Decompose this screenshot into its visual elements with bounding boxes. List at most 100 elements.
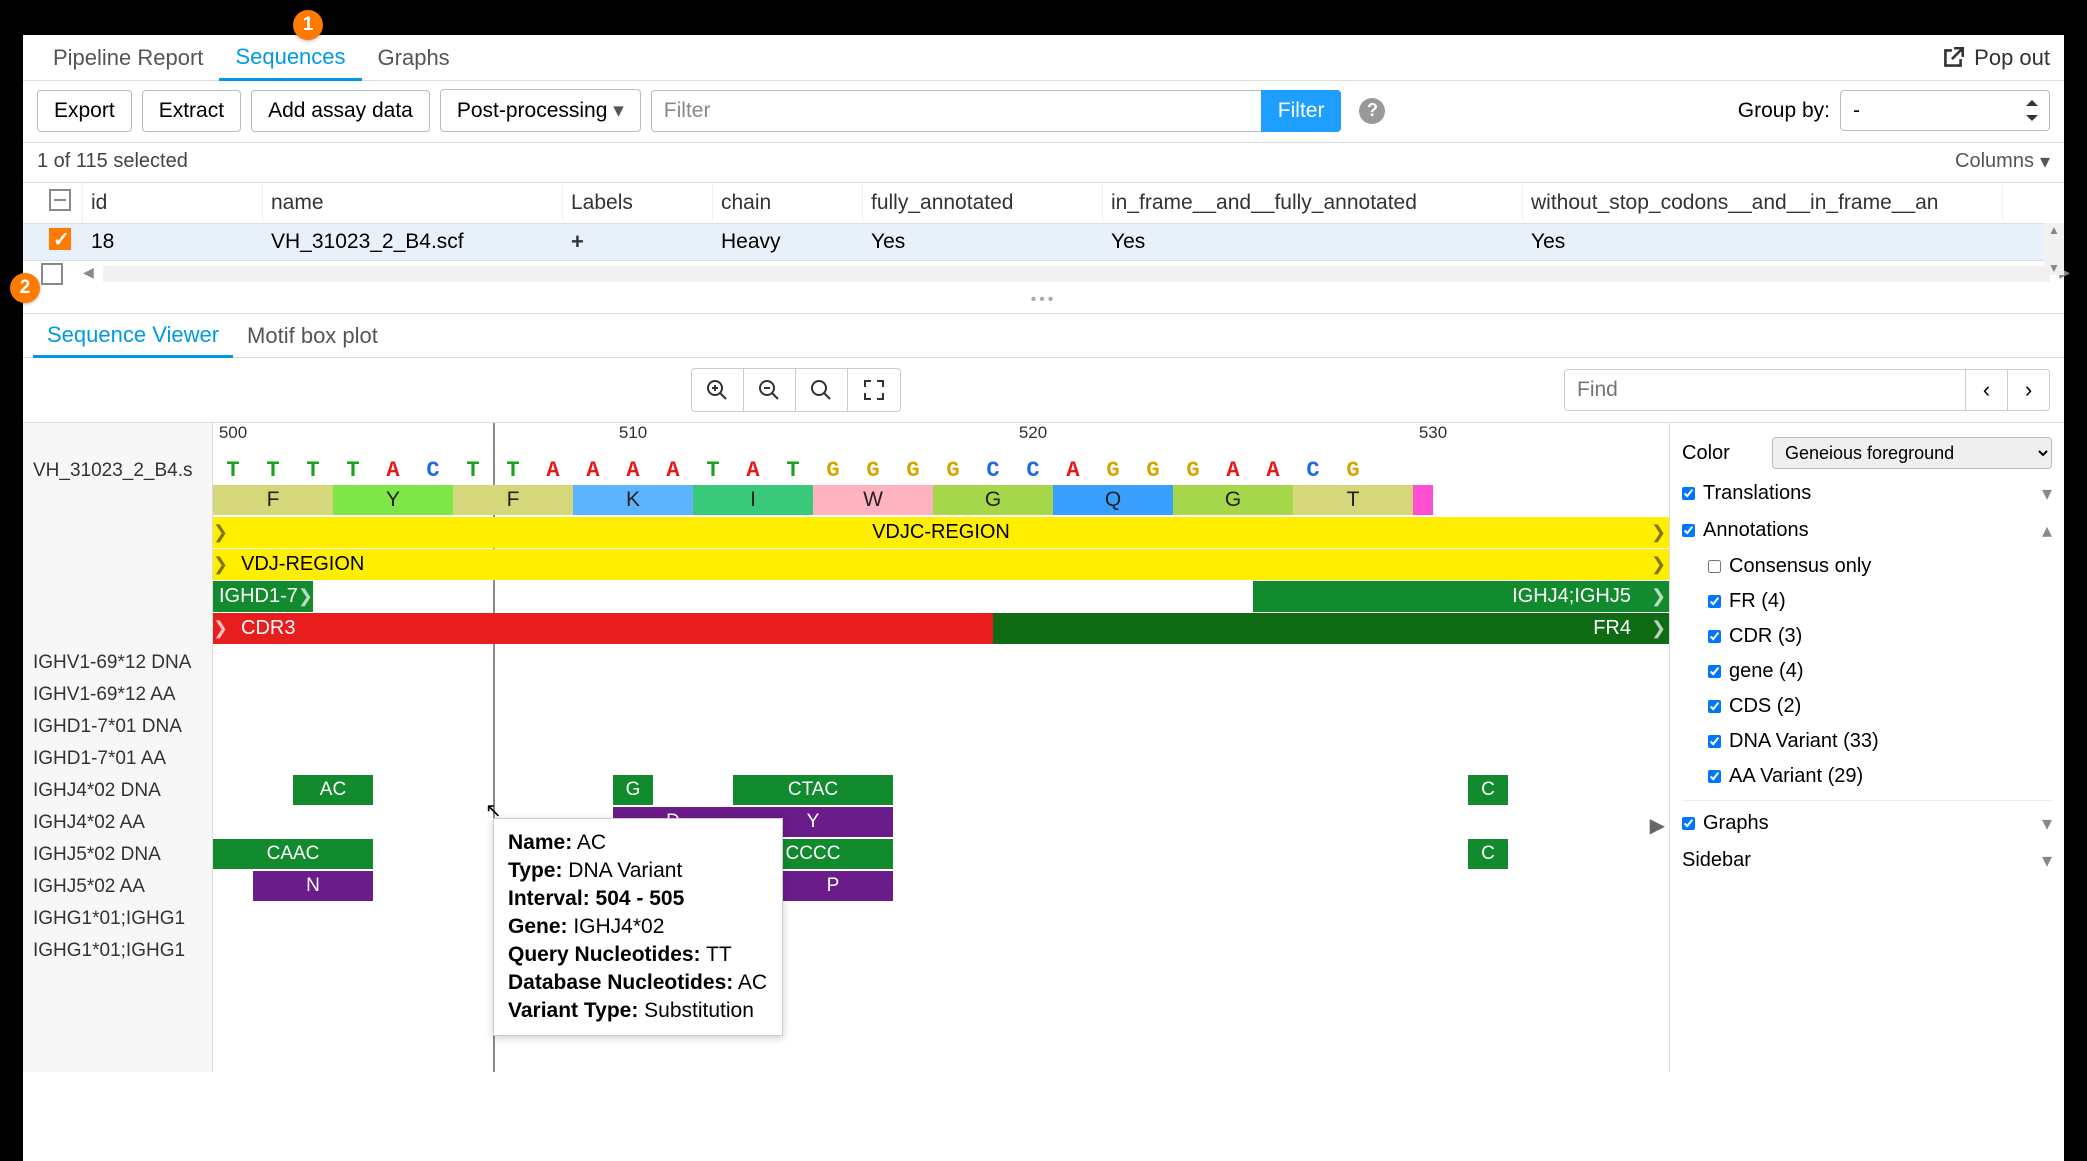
find-prev-button[interactable]: ‹ [1965,370,2007,410]
row-name[interactable] [23,551,212,583]
export-button[interactable]: Export [37,90,132,132]
annotation-vdjc[interactable]: ❯VDJC-REGION❯ [213,517,1669,548]
cell-nostop: Yes [1523,226,2003,258]
help-icon[interactable]: ? [1359,98,1385,124]
popout-icon [1940,45,1966,71]
add-label-button[interactable]: + [571,229,584,254]
translations-checkbox[interactable] [1682,487,1695,500]
table-row[interactable]: 18 VH_31023_2_B4.scf + Heavy Yes Yes Yes [23,224,2064,260]
chevron-up-icon[interactable]: ▴ [2042,518,2052,543]
add-assay-data-button[interactable]: Add assay data [251,90,430,132]
row-name[interactable] [23,487,212,519]
vertical-scrollbar[interactable]: ▲▼ [2044,223,2064,275]
variant-block[interactable]: G [613,775,653,805]
zoom-fit-button[interactable] [848,369,900,411]
annotation-type-checkbox[interactable] [1708,735,1721,748]
row-checkbox[interactable] [49,228,71,250]
col-fully-annotated[interactable]: fully_annotated [863,185,1103,221]
annotation-vdj[interactable]: ❯VDJ-REGION❯ [213,549,1669,580]
base: G [933,455,973,485]
col-nostop[interactable]: without_stop_codons__and__in_frame__an [1523,185,2003,221]
popout-button[interactable]: Pop out [1940,45,2050,71]
row-name[interactable]: IGHD1-7*01 AA [23,743,212,775]
variant-block[interactable]: N [253,871,373,901]
row-name[interactable]: IGHV1-69*12 DNA [23,647,212,679]
zoom-region-icon [809,378,833,402]
panel-resize-grip[interactable]: ••• [23,287,2064,313]
variant-block[interactable]: C [1468,839,1508,869]
zoom-group [691,368,901,412]
tab-motif-boxplot[interactable]: Motif box plot [233,314,392,358]
filter-button[interactable]: Filter [1261,90,1342,132]
row-name[interactable]: IGHG1*01;IGHG1 [23,903,212,935]
nucleotide-row: TAATTTTACTTAAAATATGGGGCCAGGGAACG [213,455,1669,485]
tooltip-dnt-key: Database Nucleotides: [508,971,733,994]
row-name[interactable]: IGHJ4*02 AA [23,807,212,839]
chevron-down-icon[interactable]: ▾ [2042,811,2052,836]
graphs-checkbox[interactable] [1682,817,1695,830]
annotation-type-checkbox[interactable] [1708,665,1721,678]
row-name[interactable]: IGHJ5*02 AA [23,871,212,903]
row-name[interactable]: IGHV1-69*12 AA [23,679,212,711]
zoom-in-button[interactable] [692,369,744,411]
variant-block[interactable]: CAAC [213,839,373,869]
base: G [1173,455,1213,485]
base: A [613,455,653,485]
base: A [1253,455,1293,485]
row-name[interactable]: IGHJ4*02 DNA [23,775,212,807]
annotation-type-checkbox[interactable] [1708,770,1721,783]
zoom-out-button[interactable] [744,369,796,411]
variant-block[interactable]: P [773,871,893,901]
post-processing-dropdown[interactable]: Post-processing [440,89,641,132]
annotation-type-checkbox[interactable] [1708,630,1721,643]
select-all-checkbox[interactable] [49,189,71,211]
zoom-selection-button[interactable] [796,369,848,411]
col-name[interactable]: name [263,185,563,221]
amino-acid: G [1173,485,1293,515]
row-name[interactable]: IGHG1*01;IGHG1 [23,935,212,967]
row-name[interactable] [23,519,212,551]
annotation-type-label: AA Variant (29) [1721,765,1863,788]
col-chain[interactable]: chain [713,185,863,221]
annotation-type-checkbox[interactable] [1708,700,1721,713]
color-scheme-select[interactable]: Geneious foreground [1772,437,2052,469]
consensus-only-checkbox[interactable] [1708,560,1721,573]
tab-pipeline-report[interactable]: Pipeline Report [37,35,219,81]
base: G [1093,455,1133,485]
variant-block[interactable]: CTAC [733,775,893,805]
extract-button[interactable]: Extract [142,90,241,132]
row-name[interactable] [23,615,212,647]
annotation-cdr3[interactable]: ❯CDR3 [213,613,993,644]
find-next-button[interactable]: › [2007,370,2049,410]
annotation-type-checkbox[interactable] [1708,595,1721,608]
row-name[interactable] [23,583,212,615]
row-checkbox-empty[interactable] [41,263,63,285]
col-labels[interactable]: Labels [563,185,713,221]
annotations-checkbox[interactable] [1682,524,1695,537]
group-by-select[interactable]: - [1840,90,2050,131]
annotation-ighd[interactable]: IGHD1-7❯ [213,581,313,612]
horizontal-scrollbar[interactable] [103,266,2050,282]
tab-sequences[interactable]: Sequences [219,35,361,81]
col-inframe[interactable]: in_frame__and__fully_annotated [1103,185,1523,221]
find-group: ‹ › [1564,369,2050,411]
row-name[interactable]: IGHJ5*02 DNA [23,839,212,871]
variant-block[interactable]: C [1468,775,1508,805]
row-name[interactable]: VH_31023_2_B4.s [23,455,212,487]
variant-tooltip: Name: AC Type: DNA Variant Interval: 504… [493,818,783,1036]
chevron-down-icon[interactable]: ▾ [2042,481,2052,506]
variant-block[interactable]: AC [293,775,373,805]
col-id[interactable]: id [83,185,263,221]
find-input[interactable] [1565,370,1965,410]
sequence-canvas[interactable]: ▶ ↖ Name: AC Type: DNA Variant Interval:… [213,423,1669,1072]
columns-button[interactable]: Columns ▾ [1955,149,2050,174]
amino-acid: Y [333,485,453,515]
chevron-down-icon[interactable]: ▾ [2042,848,2052,873]
annotation-fr4[interactable]: FR4❯ [993,613,1669,644]
base: A [373,455,413,485]
tab-sequence-viewer[interactable]: Sequence Viewer [33,314,233,358]
filter-input[interactable] [651,90,1261,132]
row-name[interactable]: IGHD1-7*01 DNA [23,711,212,743]
tab-graphs[interactable]: Graphs [362,35,466,81]
annotation-ighj[interactable]: IGHJ4;IGHJ5❯ [1253,581,1669,612]
